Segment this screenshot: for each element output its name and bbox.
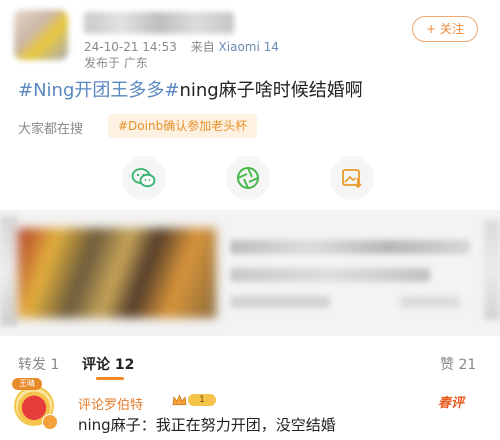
post-topic-tag[interactable]: #Ning开团王多多# (18, 80, 179, 101)
card-subtitle-redacted (230, 268, 430, 282)
post-text: #Ning开团王多多#ning麻子啥时候结婚啊 (18, 76, 363, 102)
source-prefix: 来自 (190, 40, 215, 54)
post-body: ning麻子啥时候结婚啊 (179, 80, 363, 101)
tab-like[interactable]: 赞 21 (440, 354, 476, 374)
crown-icon (172, 394, 187, 406)
moments-icon (237, 167, 259, 189)
post-location: 发布于 广东 (84, 56, 148, 70)
card-meta-redacted (230, 296, 330, 308)
tab-comment[interactable]: 评论 12 (82, 354, 134, 374)
verified-icon (42, 414, 58, 430)
blurred-edge-left (0, 216, 18, 326)
author-avatar[interactable] (14, 10, 68, 60)
share-moments-button[interactable] (226, 156, 270, 200)
post-timestamp: 24-10-21 14:53 (84, 40, 177, 54)
comment-source-logo: 春评 (438, 396, 465, 411)
blurred-edge-right (484, 220, 500, 320)
card-title-redacted (230, 240, 470, 254)
author-name-redacted[interactable] (84, 12, 234, 34)
post-meta: 24-10-21 14:53 来自 Xiaomi 14 (84, 38, 279, 55)
trending-label: 大家都在搜 (18, 122, 84, 137)
image-save-icon (342, 169, 362, 189)
source-device[interactable]: Xiaomi 14 (219, 40, 279, 54)
card-meta-right-redacted (400, 296, 460, 308)
level-badge: 1 (188, 394, 216, 406)
commenter-rank: 1 (172, 392, 216, 408)
commenter-badge: 王晴 (12, 378, 42, 390)
commenter-name[interactable]: 评论罗伯特 (78, 394, 143, 413)
save-image-button[interactable] (330, 156, 374, 200)
share-wechat-button[interactable] (122, 156, 166, 200)
wechat-icon (131, 168, 156, 188)
tab-active-indicator (96, 377, 124, 380)
tab-repost[interactable]: 转发 1 (18, 354, 59, 374)
comment-text: ning麻子：我正在努力开团，没空结婚 (78, 416, 336, 434)
follow-button[interactable]: + 关注 (412, 16, 478, 42)
trending-chip[interactable]: #Doinb确认参加老头杯 (108, 114, 258, 138)
video-thumbnail-redacted[interactable] (18, 228, 216, 318)
